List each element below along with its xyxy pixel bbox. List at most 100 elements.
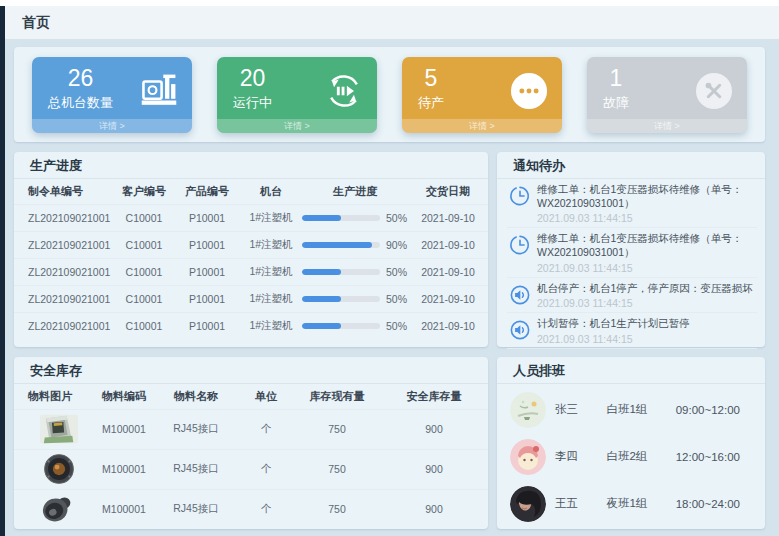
customer-no-cell: C10001 bbox=[114, 285, 174, 312]
progress-label: 50% bbox=[386, 320, 407, 332]
staff-shift: 夜班1组 bbox=[606, 496, 675, 511]
staff-shift: 白班1组 bbox=[606, 402, 675, 417]
staff-schedule-panel: 人员排班 bbox=[497, 357, 765, 529]
notice-timestamp: 2021.09.03 11:44:15 bbox=[537, 212, 757, 224]
card-detail-link[interactable]: 详情 > bbox=[402, 119, 562, 133]
stat-label: 待产 bbox=[418, 94, 444, 112]
notice-item[interactable]: 机台停产：机台1停产，停产原因：变压器损坏 2021.09.03 11:44:1… bbox=[507, 278, 757, 314]
notice-text: 维修工单：机台1变压器损坏待维修（单号：WX202109031001） bbox=[537, 183, 757, 210]
material-image-cell bbox=[14, 489, 94, 529]
avatar bbox=[510, 439, 546, 475]
material-name-cell: RJ45接口 bbox=[154, 449, 238, 489]
card-detail-link[interactable]: 详情 > bbox=[587, 119, 747, 133]
tools-icon bbox=[695, 72, 733, 110]
material-code-cell: M100001 bbox=[94, 409, 154, 449]
stat-card[interactable]: 5 待产 bbox=[402, 57, 562, 133]
progress-bar bbox=[302, 296, 380, 302]
column-header: 库存现有量 bbox=[294, 384, 380, 409]
notice-item[interactable]: 计划暂停：机台1生产计划已暂停 2021.09.03 11:44:15 bbox=[507, 313, 757, 349]
unit-cell: 个 bbox=[238, 409, 294, 449]
content: 26 总机台数量 bbox=[5, 40, 779, 536]
production-row: ZL202109021001 C10001 P10001 1#注塑机 bbox=[14, 312, 488, 339]
notice-text: 机台停产：机台1停产，停产原因：变压器损坏 bbox=[537, 282, 753, 296]
stat-card[interactable]: 26 总机台数量 bbox=[32, 57, 192, 133]
top-strip bbox=[0, 0, 779, 6]
progress-label: 50% bbox=[386, 266, 407, 278]
staff-row: 张三 白班1组 09:00~12:00 bbox=[497, 386, 765, 433]
delivery-date-cell: 2021-09-10 bbox=[408, 285, 488, 312]
inventory-row: M100001 RJ45接口 个 750 900 bbox=[14, 449, 488, 489]
notice-body: 计划暂停：机台1生产计划已暂停 2021.09.03 11:44:15 bbox=[537, 317, 690, 345]
material-image-cell bbox=[14, 449, 94, 489]
notice-timestamp: 2021.09.03 11:44:15 bbox=[537, 262, 757, 274]
column-header: 客户编号 bbox=[114, 179, 174, 204]
current-stock-cell: 750 bbox=[294, 489, 380, 529]
notice-text: 维修工单：机台1变压器损坏待维修（单号：WX202109031001） bbox=[537, 232, 757, 259]
material-name-cell: RJ45接口 bbox=[154, 409, 238, 449]
card-detail-link[interactable]: 详情 > bbox=[217, 119, 377, 133]
stat-card-body: 1 故障 bbox=[587, 57, 747, 112]
stat-value: 1 bbox=[603, 66, 629, 91]
panel-title: 生产进度 bbox=[14, 152, 488, 179]
progress-label: 90% bbox=[386, 239, 407, 251]
avatar bbox=[510, 392, 546, 428]
stat-card-body: 20 运行中 bbox=[217, 57, 377, 112]
order-no-cell: ZL202109021001 bbox=[14, 204, 114, 231]
progress-bar bbox=[302, 242, 380, 248]
staff-name: 李四 bbox=[555, 449, 606, 464]
stat-label: 故障 bbox=[603, 94, 629, 112]
notice-list: 维修工单：机台1变压器损坏待维修（单号：WX202109031001） 2021… bbox=[497, 179, 765, 349]
notice-item[interactable]: 维修工单：机台1变压器损坏待维修（单号：WX202109031001） 2021… bbox=[507, 179, 757, 228]
progress-label: 50% bbox=[386, 212, 407, 224]
product-no-cell: P10001 bbox=[174, 285, 240, 312]
progress-bar bbox=[302, 269, 380, 275]
cone-speaker-image bbox=[40, 493, 78, 525]
speaker-icon bbox=[509, 319, 531, 341]
order-no-cell: ZL202109021001 bbox=[14, 258, 114, 285]
avatar bbox=[510, 486, 546, 522]
material-code-cell: M100001 bbox=[94, 489, 154, 529]
inventory-row: M100001 RJ45接口 个 750 900 bbox=[14, 489, 488, 529]
todo-notices-panel: 通知待办 维修工单：机台1变压器损坏待 bbox=[497, 152, 765, 347]
column-header: 物料名称 bbox=[154, 384, 238, 409]
stat-card-body: 26 总机台数量 bbox=[32, 57, 192, 112]
progress-fill bbox=[302, 323, 341, 329]
customer-no-cell: C10001 bbox=[114, 204, 174, 231]
machine-cell: 1#注塑机 bbox=[240, 204, 302, 231]
material-image-cell bbox=[14, 409, 94, 449]
inventory-row: M100001 RJ45接口 个 750 900 bbox=[14, 409, 488, 449]
safety-stock-cell: 900 bbox=[380, 449, 488, 489]
product-no-cell: P10001 bbox=[174, 231, 240, 258]
progress-cell: 50% bbox=[302, 312, 408, 339]
notice-item[interactable]: 维修工单：机台1变压器损坏待维修（单号：WX202109031001） 2021… bbox=[507, 228, 757, 277]
progress-fill bbox=[302, 242, 372, 248]
current-stock-cell: 750 bbox=[294, 409, 380, 449]
stat-label: 运行中 bbox=[233, 94, 272, 112]
machine-cell: 1#注塑机 bbox=[240, 312, 302, 339]
tab-bar: 首页 bbox=[5, 6, 779, 40]
panel-title: 人员排班 bbox=[497, 357, 765, 384]
card-detail-link[interactable]: 详情 > bbox=[32, 119, 192, 133]
machine-cell: 1#注塑机 bbox=[240, 285, 302, 312]
staff-shift: 白班2组 bbox=[606, 449, 675, 464]
round-speaker-image bbox=[40, 453, 78, 485]
column-header: 生产进度 bbox=[302, 179, 408, 204]
customer-no-cell: C10001 bbox=[114, 258, 174, 285]
staff-time: 18:00~24:00 bbox=[676, 498, 740, 510]
product-no-cell: P10001 bbox=[174, 204, 240, 231]
production-progress-panel: 生产进度 制令单编号 客户编号 产品编号 机台 生产进度 交货日期 bbox=[14, 152, 488, 347]
stat-card[interactable]: 20 运行中 bbox=[217, 57, 377, 133]
column-header: 单位 bbox=[238, 384, 294, 409]
customer-no-cell: C10001 bbox=[114, 231, 174, 258]
delivery-date-cell: 2021-09-10 bbox=[408, 258, 488, 285]
tab-home[interactable]: 首页 bbox=[22, 14, 50, 32]
rj45-connector-image bbox=[40, 413, 78, 445]
stat-card[interactable]: 1 故障 bbox=[587, 57, 747, 133]
notice-timestamp: 2021.09.03 11:44:15 bbox=[537, 297, 753, 309]
current-stock-cell: 750 bbox=[294, 449, 380, 489]
staff-time: 12:00~16:00 bbox=[676, 451, 740, 463]
column-header: 机台 bbox=[240, 179, 302, 204]
staff-name: 张三 bbox=[555, 402, 606, 417]
progress-fill bbox=[302, 269, 341, 275]
order-no-cell: ZL202109021001 bbox=[14, 231, 114, 258]
